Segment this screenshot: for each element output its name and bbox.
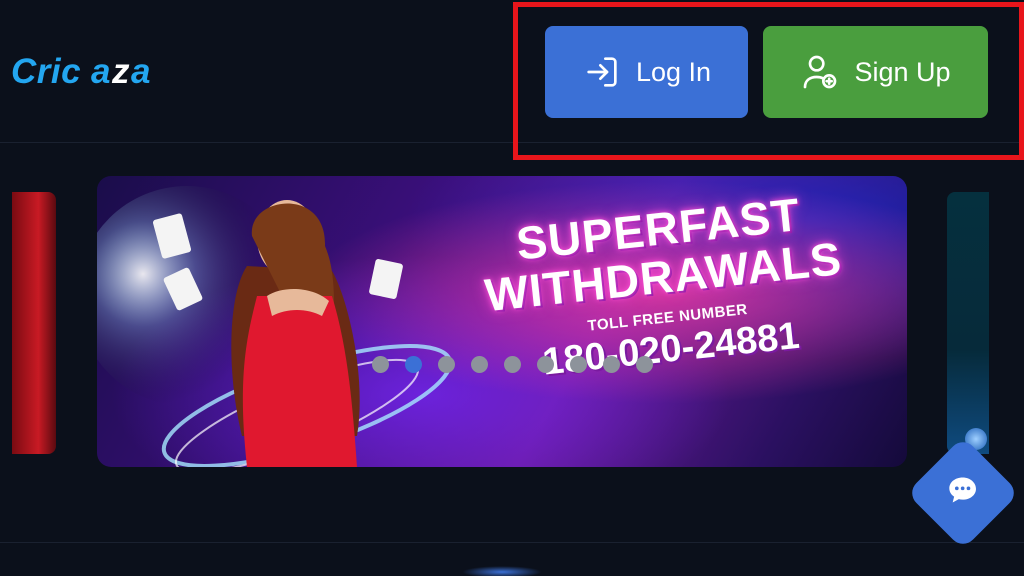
annotation-highlight-box <box>513 2 1024 160</box>
next-slide-preview[interactable] <box>947 192 989 454</box>
carousel-dot-3[interactable] <box>437 356 455 373</box>
svg-text:z: z <box>111 52 130 91</box>
carousel-dot-5[interactable] <box>503 356 521 373</box>
section-divider <box>0 542 1024 543</box>
brand-logo[interactable]: Cric a z a <box>11 50 181 103</box>
carousel-dots <box>0 356 1024 373</box>
promo-banner-slide[interactable]: SUPERFAST WITHDRAWALS TOLL FREE NUMBER 1… <box>97 176 907 467</box>
promo-carousel: SUPERFAST WITHDRAWALS TOLL FREE NUMBER 1… <box>0 145 1024 545</box>
carousel-dot-1[interactable] <box>371 356 389 373</box>
carousel-dot-2[interactable] <box>404 356 422 373</box>
svg-text:Cric: Cric <box>11 52 81 91</box>
prev-slide-preview[interactable] <box>12 192 56 454</box>
carousel-dot-6[interactable] <box>536 356 554 373</box>
banner-woman-illustration <box>97 186 453 467</box>
svg-text:a: a <box>131 52 151 91</box>
chat-icon <box>949 477 977 503</box>
cricaza-logo: Cric a z a <box>11 52 151 91</box>
bottom-glow-decoration <box>462 566 542 576</box>
carousel-dot-4[interactable] <box>470 356 488 373</box>
carousel-dot-8[interactable] <box>602 356 620 373</box>
carousel-dot-7[interactable] <box>569 356 587 373</box>
carousel-dot-9[interactable] <box>635 356 653 373</box>
svg-text:a: a <box>91 52 111 91</box>
